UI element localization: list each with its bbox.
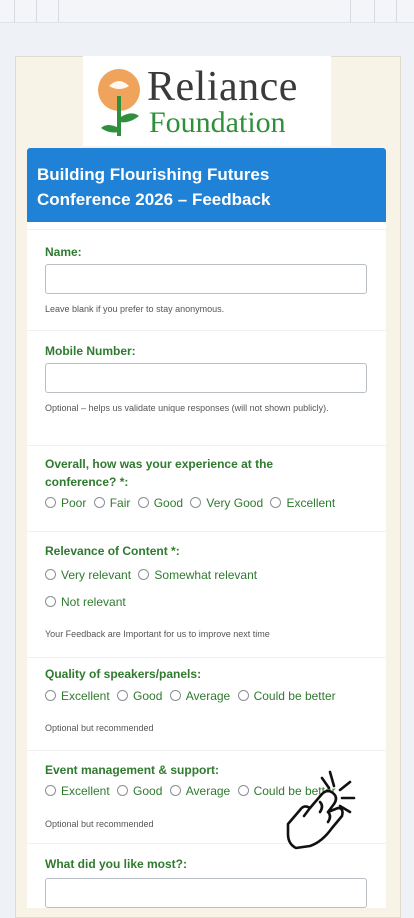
radio-circle-icon[interactable] <box>137 497 149 508</box>
form-header: Building Flourishing Futures Conference … <box>27 148 386 222</box>
radio-circle-icon[interactable] <box>169 690 181 701</box>
option-label: Average <box>185 784 231 798</box>
option-label: Excellent <box>286 496 336 510</box>
event-option[interactable]: Average <box>169 784 231 798</box>
relevance-option[interactable]: Very relevant <box>45 568 131 582</box>
option-label: Good <box>133 689 163 703</box>
option-label: Could be better <box>253 689 336 703</box>
radio-circle-icon[interactable] <box>45 569 56 580</box>
option-label: Poor <box>61 496 87 510</box>
option-label: Excellent <box>61 784 110 798</box>
speakers-option[interactable]: Excellent <box>45 689 110 703</box>
radio-circle-icon[interactable] <box>93 497 105 508</box>
option-label: Good <box>153 496 184 510</box>
radio-circle-icon[interactable] <box>169 785 181 796</box>
mobile-hint: Optional – helps us validate unique resp… <box>45 403 329 413</box>
tap-hand-icon <box>286 770 356 850</box>
browser-top-strip <box>0 0 414 23</box>
event-option[interactable]: Good <box>117 784 162 798</box>
option-label: Average <box>185 689 231 703</box>
speakers-option[interactable]: Good <box>117 689 162 703</box>
top-divider <box>58 0 59 22</box>
radio-circle-icon[interactable] <box>190 497 202 508</box>
overall-option[interactable]: Fair <box>93 496 131 510</box>
name-input[interactable] <box>45 264 367 294</box>
option-label: Excellent <box>61 689 110 703</box>
radio-circle-icon[interactable] <box>117 785 129 796</box>
option-label: Not relevant <box>61 595 126 609</box>
event-hint: Optional but recommended <box>45 819 154 829</box>
overall-option[interactable]: Good <box>137 496 184 510</box>
relevance-radio-group-row2: Not relevant <box>45 595 130 609</box>
mobile-label: Mobile Number: <box>45 344 136 358</box>
logo-mark-icon <box>98 69 140 136</box>
option-label: Very Good <box>206 496 264 510</box>
reliance-foundation-logo: Reliance Foundation <box>83 56 331 146</box>
radio-circle-icon[interactable] <box>45 497 56 508</box>
radio-circle-icon[interactable] <box>237 785 249 796</box>
liked-label: What did you like most?: <box>45 857 188 871</box>
top-divider <box>350 0 351 22</box>
field-speakers: Quality of speakers/panels: Excellent Go… <box>27 657 386 750</box>
liked-input[interactable] <box>45 878 367 908</box>
top-divider <box>396 0 397 22</box>
option-label: Very relevant <box>61 568 132 582</box>
overall-option[interactable]: Excellent <box>270 496 335 510</box>
name-hint: Leave blank if you prefer to stay anonym… <box>45 304 225 314</box>
field-relevance: Relevance of Content *: Very relevant So… <box>27 531 386 657</box>
relevance-radio-group: Very relevant Somewhat relevant <box>45 568 261 582</box>
overall-option[interactable]: Poor <box>45 496 86 510</box>
mobile-input[interactable] <box>45 363 367 393</box>
radio-circle-icon[interactable] <box>117 690 129 701</box>
overall-label: Overall, how was your experience at the … <box>45 457 274 489</box>
relevance-option[interactable]: Somewhat relevant <box>138 568 257 582</box>
option-label: Good <box>133 784 163 798</box>
speakers-option[interactable]: Average <box>169 689 231 703</box>
field-overall-experience: Overall, how was your experience at the … <box>27 445 386 531</box>
top-divider <box>374 0 375 22</box>
event-option[interactable]: Excellent <box>45 784 110 798</box>
option-label: Fair <box>109 496 131 510</box>
option-label: Somewhat relevant <box>154 568 258 582</box>
radio-circle-icon[interactable] <box>45 690 56 701</box>
radio-circle-icon[interactable] <box>138 569 150 580</box>
field-mobile: Mobile Number: Optional – helps us valid… <box>27 330 386 446</box>
radio-circle-icon[interactable] <box>270 497 282 508</box>
logo-text-reliance: Reliance <box>147 64 298 110</box>
name-label: Name: <box>45 245 82 259</box>
relevance-label: Relevance of Content *: <box>45 544 180 558</box>
speakers-option[interactable]: Could be better <box>237 689 336 703</box>
radio-circle-icon[interactable] <box>45 596 56 607</box>
relevance-option[interactable]: Not relevant <box>45 595 126 609</box>
overall-radio-group: Poor Fair Good Very Good Excellent <box>45 496 339 510</box>
speakers-label: Quality of speakers/panels: <box>45 667 202 681</box>
top-divider <box>36 0 37 22</box>
radio-circle-icon[interactable] <box>45 785 56 796</box>
radio-circle-icon[interactable] <box>237 690 249 701</box>
event-label: Event management & support: <box>45 763 220 777</box>
relevance-hint: Your Feedback are Important for us to im… <box>45 629 270 639</box>
logo-text-foundation: Foundation <box>149 106 286 139</box>
field-name: Name: Leave blank if you prefer to stay … <box>27 229 386 330</box>
speakers-hint: Optional but recommended <box>45 723 154 733</box>
speakers-radio-group: Excellent Good Average Could be better <box>45 689 340 703</box>
form-title: Building Flourishing Futures Conference … <box>37 165 271 209</box>
overall-option[interactable]: Very Good <box>190 496 263 510</box>
top-divider <box>14 0 15 22</box>
